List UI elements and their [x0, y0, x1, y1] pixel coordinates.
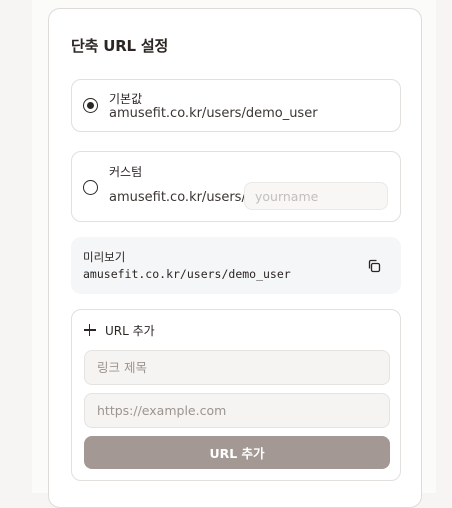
copy-icon[interactable]	[365, 257, 383, 275]
link-url-input[interactable]	[84, 393, 390, 428]
plus-icon	[84, 324, 96, 336]
short-url-settings-card: 단축 URL 설정 기본값 amusefit.co.kr/users/demo_…	[48, 8, 422, 508]
option-default-url: amusefit.co.kr/users/demo_user	[109, 106, 318, 121]
section-title: 단축 URL 설정	[71, 37, 169, 55]
option-default-label: 기본값	[109, 92, 143, 106]
option-default[interactable]: 기본값 amusefit.co.kr/users/demo_user	[71, 79, 401, 132]
add-url-panel: URL 추가 URL 추가	[71, 309, 401, 481]
option-custom[interactable]: 커스텀 amusefit.co.kr/users/	[71, 151, 401, 222]
custom-slug-input[interactable]	[244, 182, 388, 210]
radio-default[interactable]	[83, 98, 98, 113]
preview-url: amusefit.co.kr/users/demo_user	[83, 267, 291, 281]
add-url-header-label: URL 추가	[105, 323, 155, 338]
preview-label: 미리보기	[83, 250, 126, 264]
custom-url-prefix: amusefit.co.kr/users/	[109, 190, 246, 205]
radio-custom[interactable]	[83, 180, 98, 195]
link-title-input[interactable]	[84, 350, 390, 385]
add-url-toggle[interactable]: URL 추가	[84, 322, 155, 338]
add-url-button[interactable]: URL 추가	[84, 436, 390, 469]
option-custom-label: 커스텀	[109, 165, 143, 179]
preview-box: 미리보기 amusefit.co.kr/users/demo_user	[71, 237, 401, 294]
